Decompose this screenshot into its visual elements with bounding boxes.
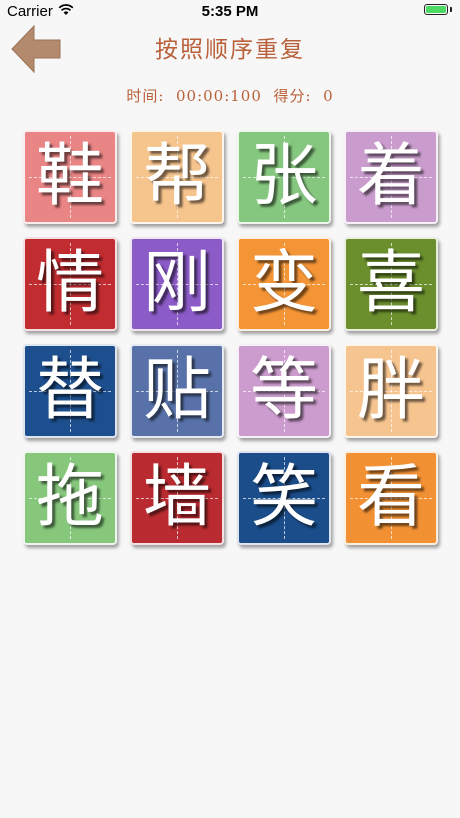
character-tile[interactable]: 刚 [130,237,224,331]
character-tile[interactable]: 张 [237,130,331,224]
character-tile[interactable]: 等 [237,344,331,438]
tile-character: 笑 [249,458,318,537]
score-label: 得分: [273,87,312,105]
tile-character: 张 [249,137,318,216]
character-tile[interactable]: 贴 [130,344,224,438]
tile-character: 等 [249,351,318,430]
status-right [424,4,452,15]
character-tile[interactable]: 看 [344,451,438,545]
game-info: 时间: 00:00:100 得分: 0 [0,85,460,106]
character-tile[interactable]: 喜 [344,237,438,331]
tile-character: 帮 [142,137,211,216]
tile-character: 变 [249,244,318,323]
character-tile[interactable]: 替 [23,344,117,438]
time-label: 时间: [126,87,165,105]
tile-character: 墙 [142,458,211,537]
tile-character: 情 [35,244,104,323]
status-bar: Carrier 5:35 PM [0,0,460,24]
tile-character: 看 [356,458,425,537]
character-tile[interactable]: 帮 [130,130,224,224]
time-value: 00:00:100 [175,87,262,105]
tile-character: 喜 [356,244,425,323]
tile-character: 鞋 [35,137,104,216]
character-tile[interactable]: 变 [237,237,331,331]
tile-character: 贴 [142,351,211,430]
score-value: 0 [323,87,334,105]
character-tile[interactable]: 拖 [23,451,117,545]
page-title: 按照顺序重复 [155,37,305,63]
character-tile[interactable]: 墙 [130,451,224,545]
character-grid: 鞋帮张着情刚变喜替贴等胖拖墙笑看 [23,130,438,545]
tile-character: 胖 [356,351,425,430]
character-tile[interactable]: 鞋 [23,130,117,224]
tile-character: 替 [35,351,104,430]
character-tile[interactable]: 笑 [237,451,331,545]
tile-character: 着 [356,137,425,216]
battery-icon [424,4,448,15]
tile-character: 刚 [142,244,211,323]
character-tile[interactable]: 着 [344,130,438,224]
character-tile[interactable]: 情 [23,237,117,331]
status-time: 5:35 PM [201,3,259,20]
tile-character: 拖 [35,458,104,537]
character-tile[interactable]: 胖 [344,344,438,438]
